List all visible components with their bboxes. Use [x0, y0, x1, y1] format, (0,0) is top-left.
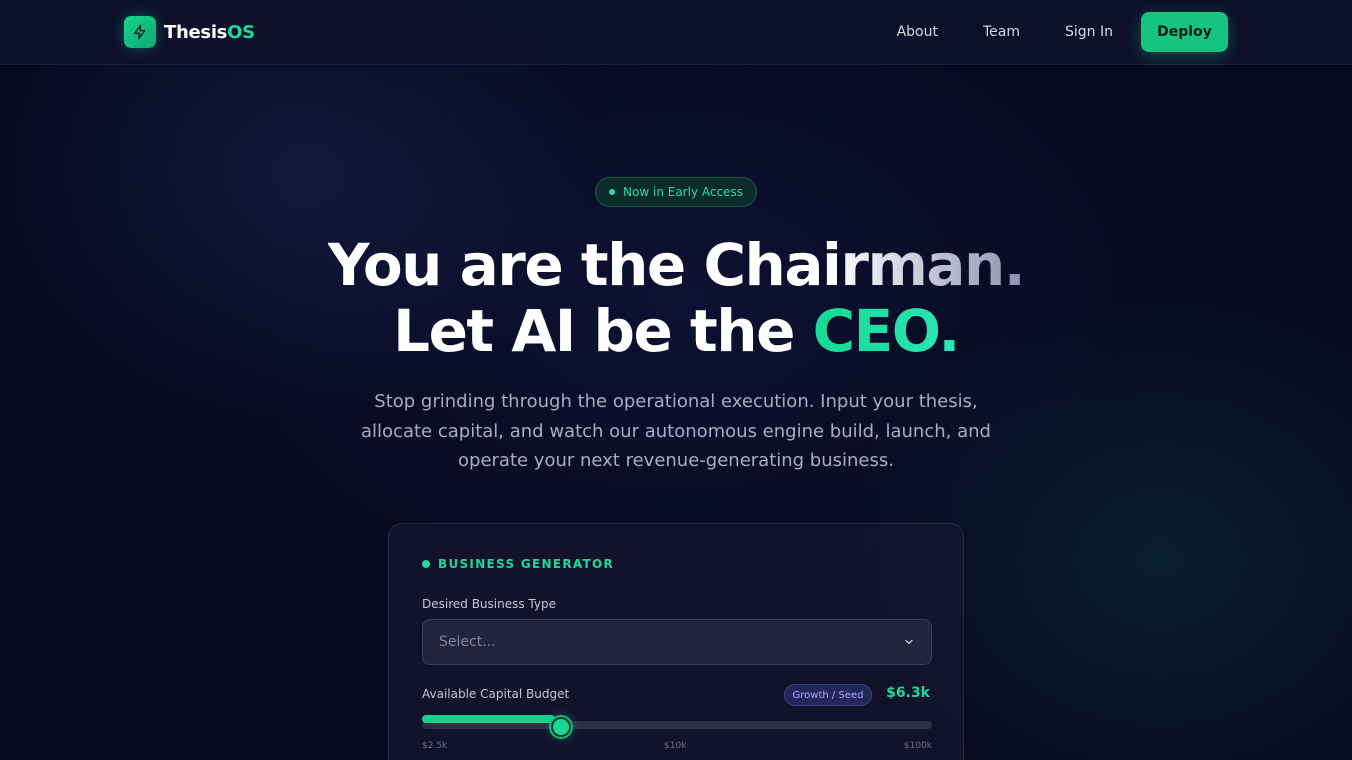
business-type-select[interactable]: Select...	[422, 619, 932, 665]
chevron-down-icon	[903, 633, 915, 652]
early-access-badge: Now in Early Access	[595, 177, 757, 207]
status-dot-icon	[609, 189, 616, 195]
budget-label: Available Capital Budget	[422, 687, 570, 701]
budget-tier-badge: Growth / Seed	[784, 684, 872, 706]
budget-slider[interactable]	[422, 715, 932, 737]
deploy-button[interactable]: Deploy	[1141, 12, 1228, 52]
budget-slider-fill	[422, 715, 555, 723]
budget-slider-thumb[interactable]	[551, 717, 571, 737]
budget-tick-mid: $10k	[664, 741, 687, 751]
business-generator-card: BUSINESS GENERATOR Desired Business Type…	[388, 523, 964, 760]
headline-line-1: You are the Chairman.	[327, 231, 1026, 299]
status-dot-icon	[422, 560, 430, 568]
brand-logo[interactable]: ThesisOS	[124, 16, 255, 48]
budget-tick-max: $100k	[903, 741, 932, 751]
card-title: BUSINESS GENERATOR	[438, 557, 615, 571]
budget-value: $6.3k	[886, 685, 930, 701]
brand-name: ThesisOS	[164, 21, 255, 43]
hero-headline: You are the Chairman. Let AI be the CEO.	[0, 232, 1352, 364]
card-header: BUSINESS GENERATOR	[422, 557, 614, 571]
budget-tick-min: $2.5k	[422, 741, 448, 751]
business-type-label: Desired Business Type	[422, 597, 556, 611]
nav-link-team[interactable]: Team	[983, 12, 1020, 52]
nav-link-about[interactable]: About	[897, 12, 938, 52]
badge-label: Now in Early Access	[623, 185, 743, 199]
nav-link-sign-in[interactable]: Sign In	[1065, 12, 1113, 52]
headline-ceo-highlight: CEO.	[812, 297, 961, 365]
nav-links: About Team Sign In Deploy	[897, 12, 1228, 52]
top-navbar: ThesisOS About Team Sign In Deploy	[0, 0, 1352, 65]
headline-line-2: Let AI be the CEO.	[0, 298, 1352, 364]
headline-line-2-text: Let AI be the	[393, 297, 813, 365]
lightning-icon	[124, 16, 156, 48]
hero-subtitle: Stop grinding through the operational ex…	[361, 391, 991, 471]
business-type-value: Select...	[439, 634, 496, 650]
